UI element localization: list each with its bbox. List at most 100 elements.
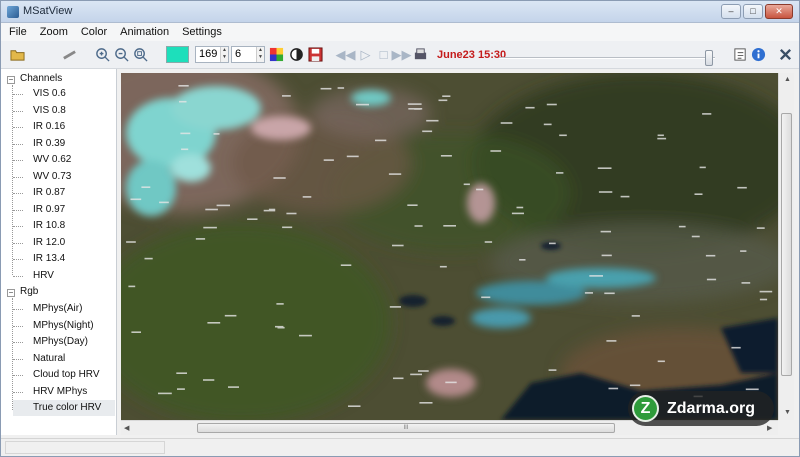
tree-item-ir-10-8[interactable]: IR 10.8 bbox=[31, 218, 115, 234]
horizontal-scroll-thumb[interactable]: III bbox=[197, 423, 615, 433]
title-bar[interactable]: MSatView – □ ✕ bbox=[1, 1, 799, 23]
city-label-mark bbox=[131, 331, 141, 333]
menu-animation[interactable]: Animation bbox=[112, 23, 174, 41]
tree-item-ir-0-87[interactable]: IR 0.87 bbox=[31, 185, 115, 201]
scroll-up-icon[interactable]: ▲ bbox=[784, 76, 791, 83]
rewind-icon[interactable]: ◀◀ bbox=[336, 46, 356, 63]
tree-guide bbox=[13, 94, 23, 95]
tree-item-wv-0-62[interactable]: WV 0.62 bbox=[31, 152, 115, 168]
city-label-mark bbox=[445, 381, 457, 384]
toolbar: 169 ▲ ▼ 6 ▲ ▼ ◀◀ ▷ □ ▶▶ June23 15:30 bbox=[1, 41, 799, 69]
menu-zoom[interactable]: Zoom bbox=[32, 23, 73, 41]
zoom-in-icon[interactable] bbox=[94, 46, 111, 63]
city-label-mark bbox=[176, 372, 187, 374]
city-label-mark bbox=[438, 99, 448, 102]
fast-forward-icon[interactable]: ▶▶ bbox=[392, 46, 412, 63]
city-label-mark bbox=[597, 167, 612, 169]
spin-arrows-icon[interactable]: ▲ ▼ bbox=[256, 47, 264, 62]
time-slider-track[interactable] bbox=[499, 57, 715, 59]
menu-file[interactable]: File bbox=[1, 23, 32, 41]
satellite-image-view[interactable] bbox=[121, 73, 778, 420]
info-icon[interactable] bbox=[750, 46, 767, 63]
city-label-mark bbox=[519, 259, 526, 261]
tree-item-true-color-hrv[interactable]: True color HRV bbox=[13, 400, 115, 416]
maximize-button[interactable]: □ bbox=[743, 4, 763, 19]
tree-item-hrv-mphys[interactable]: HRV MPhys bbox=[31, 384, 115, 400]
city-label-mark bbox=[631, 315, 640, 317]
tree-item-mphys-air[interactable]: MPhys(Air) bbox=[31, 301, 115, 317]
close-icon[interactable] bbox=[777, 46, 794, 63]
city-label-mark bbox=[407, 204, 418, 206]
city-label-mark bbox=[620, 195, 630, 198]
color-swatch[interactable] bbox=[166, 46, 189, 63]
city-label-mark bbox=[128, 285, 136, 288]
tree-guide bbox=[13, 325, 23, 327]
city-label-mark bbox=[484, 241, 493, 243]
tree-item-ir-0-39[interactable]: IR 0.39 bbox=[31, 136, 115, 152]
city-label-mark bbox=[759, 298, 768, 301]
stop-icon[interactable]: □ bbox=[375, 46, 392, 63]
contrast-icon[interactable] bbox=[288, 46, 305, 63]
tree-item-vis-0-6[interactable]: VIS 0.6 bbox=[31, 86, 115, 102]
city-label-mark bbox=[179, 100, 187, 103]
scroll-right-icon[interactable]: ▶ bbox=[767, 424, 772, 432]
city-label-mark bbox=[598, 191, 613, 193]
tree-guide bbox=[12, 298, 13, 410]
scroll-left-icon[interactable]: ◀ bbox=[124, 424, 129, 432]
tree-item-cloud-top-hrv[interactable]: Cloud top HRV bbox=[31, 367, 115, 383]
time-slider-handle[interactable] bbox=[705, 50, 713, 66]
tree-item-ir-13-4[interactable]: IR 13.4 bbox=[31, 251, 115, 267]
close-window-button[interactable]: ✕ bbox=[765, 4, 793, 19]
city-label-mark bbox=[393, 377, 404, 380]
city-label-mark bbox=[548, 369, 557, 371]
tree-item-mphys-night[interactable]: MPhys(Night) bbox=[31, 318, 115, 334]
channel-spinbox[interactable]: 169 ▲ ▼ bbox=[195, 46, 229, 63]
tree-item-vis-0-8[interactable]: VIS 0.8 bbox=[31, 103, 115, 119]
menu-color[interactable]: Color bbox=[73, 23, 112, 41]
city-label-mark bbox=[407, 103, 422, 105]
collapse-icon[interactable]: − bbox=[7, 76, 15, 84]
tree-item-mphys-day[interactable]: MPhys(Day) bbox=[31, 334, 115, 350]
city-label-mark bbox=[126, 241, 136, 243]
zoom-fit-icon[interactable] bbox=[132, 46, 149, 63]
spin-arrows-icon[interactable]: ▲ ▼ bbox=[220, 47, 228, 62]
vertical-scrollbar[interactable]: ▲ ▼ bbox=[778, 73, 794, 420]
city-label-mark bbox=[657, 360, 665, 363]
tree-item-ir-12-0[interactable]: IR 12.0 bbox=[31, 235, 115, 251]
tree-item-hrv[interactable]: HRV bbox=[31, 268, 115, 284]
tree-group-channels[interactable]: − Channels bbox=[7, 73, 62, 84]
tree-item-wv-0-73[interactable]: WV 0.73 bbox=[31, 169, 115, 185]
tree-guide bbox=[12, 85, 13, 275]
city-label-mark bbox=[584, 292, 593, 294]
tree-item-ir-0-16[interactable]: IR 0.16 bbox=[31, 119, 115, 135]
city-label-mark bbox=[337, 87, 345, 89]
step-value: 6 bbox=[235, 48, 242, 60]
scroll-down-icon[interactable]: ▼ bbox=[784, 409, 791, 416]
tree-guide bbox=[13, 358, 23, 360]
city-label-mark bbox=[159, 201, 169, 204]
save-icon[interactable] bbox=[307, 46, 324, 63]
satellite-icon[interactable] bbox=[61, 46, 78, 63]
minimize-button[interactable]: – bbox=[721, 4, 741, 19]
city-label-mark bbox=[756, 227, 765, 229]
city-label-mark bbox=[745, 388, 759, 391]
city-label-mark bbox=[320, 87, 332, 90]
city-label-mark bbox=[410, 373, 422, 376]
vertical-scroll-thumb[interactable] bbox=[781, 113, 792, 376]
tree-item-ir-0-97[interactable]: IR 0.97 bbox=[31, 202, 115, 218]
city-label-mark bbox=[282, 226, 293, 229]
edit-icon[interactable] bbox=[732, 46, 749, 63]
menu-settings[interactable]: Settings bbox=[174, 23, 227, 41]
print-icon[interactable] bbox=[412, 46, 429, 63]
collapse-icon[interactable]: − bbox=[7, 289, 15, 297]
tree-group-rgb[interactable]: − Rgb bbox=[7, 286, 38, 297]
palette-icon[interactable] bbox=[268, 46, 285, 63]
open-folder-icon[interactable] bbox=[9, 46, 26, 63]
city-label-mark bbox=[299, 334, 312, 337]
zoom-out-icon[interactable] bbox=[113, 46, 130, 63]
play-icon[interactable]: ▷ bbox=[357, 46, 374, 63]
step-spinbox[interactable]: 6 ▲ ▼ bbox=[231, 46, 265, 63]
tree-item-natural[interactable]: Natural bbox=[31, 351, 115, 367]
city-label-mark bbox=[604, 292, 615, 295]
city-label-mark bbox=[205, 208, 218, 211]
